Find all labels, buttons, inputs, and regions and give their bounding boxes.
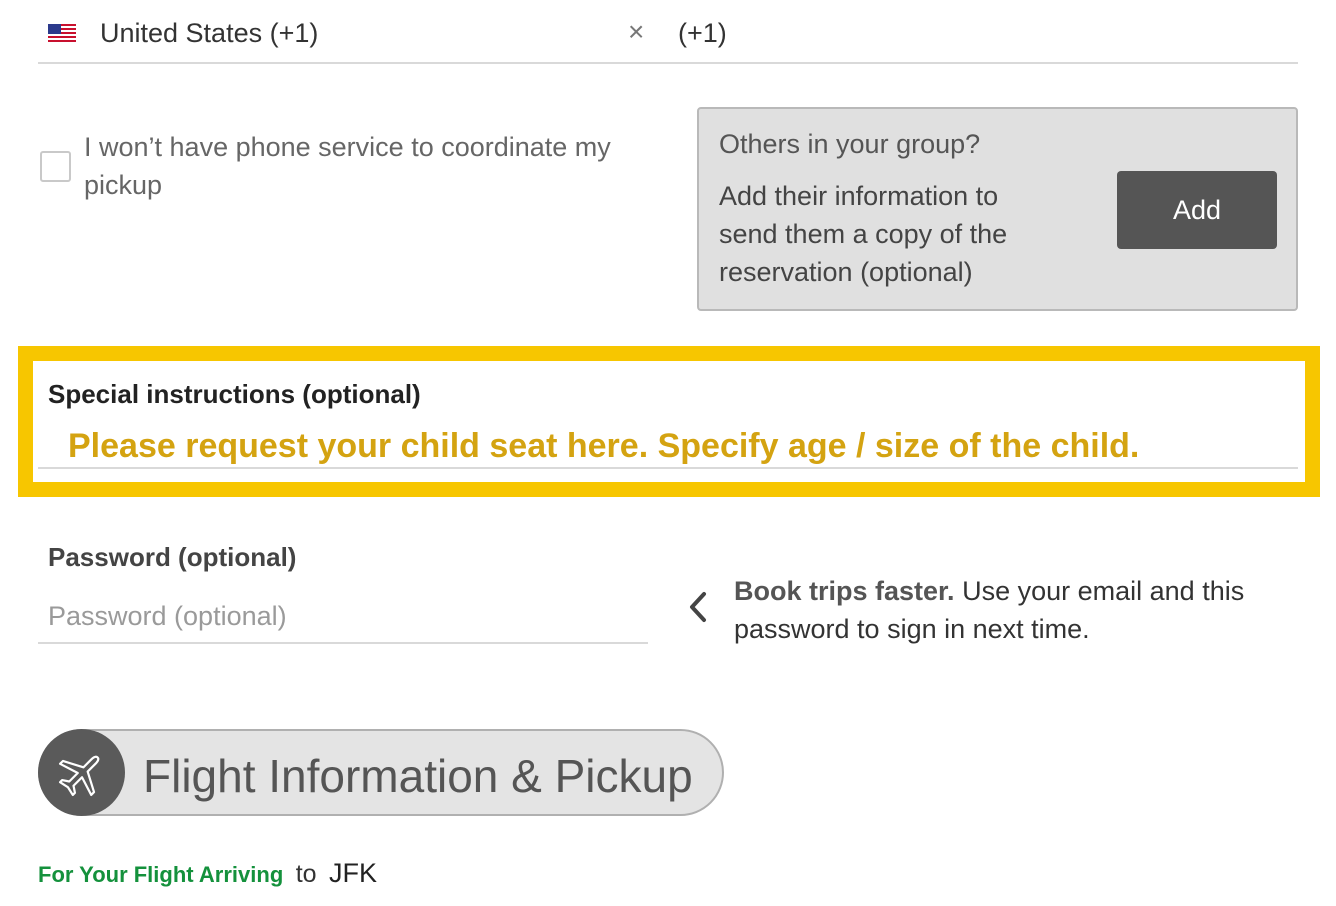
group-description: Add their information to send them a cop… [719,181,1008,287]
group-panel: Others in your group? Add their informat… [697,107,1298,311]
password-label: Password (optional) [48,542,297,572]
add-group-member-button[interactable]: Add [1117,171,1277,249]
group-title: Others in your group? [719,129,981,159]
password-tip-bold: Book trips faster. [734,576,955,606]
no-phone-checkbox-label[interactable]: I won’t have phone service to coordinate… [84,128,664,204]
password-input[interactable] [38,590,648,644]
flight-arriving-label: For Your Flight Arriving [38,862,284,887]
flight-arriving-row: For Your Flight Arriving to JFK [38,858,377,889]
special-instructions-section: Special instructions (optional) Please r… [18,346,1320,497]
destination-airport: JFK [329,858,378,888]
section-title: Flight Information & Pickup [143,750,693,802]
country-name: United States (+1) [100,18,319,48]
us-flag-icon [48,24,76,42]
no-phone-checkbox[interactable] [40,151,71,182]
special-instructions-label: Special instructions (optional) [48,379,421,409]
flight-arriving-to: to [295,860,317,888]
booking-form: United States (+1) × (+1) I won’t have p… [0,0,1336,906]
airplane-icon [38,729,125,816]
country-code-select[interactable]: United States (+1) × (+1) [38,8,1298,64]
chevron-left-icon[interactable] [684,590,714,624]
dial-code: (+1) [678,18,727,48]
special-instructions-input[interactable]: Please request your child seat here. Spe… [38,419,1298,469]
child-seat-hint: Please request your child seat here. Spe… [68,427,1140,465]
clear-icon[interactable]: × [628,18,644,46]
password-tip: Book trips faster. Use your email and th… [734,572,1304,648]
flight-section-header: Flight Information & Pickup [38,729,724,816]
